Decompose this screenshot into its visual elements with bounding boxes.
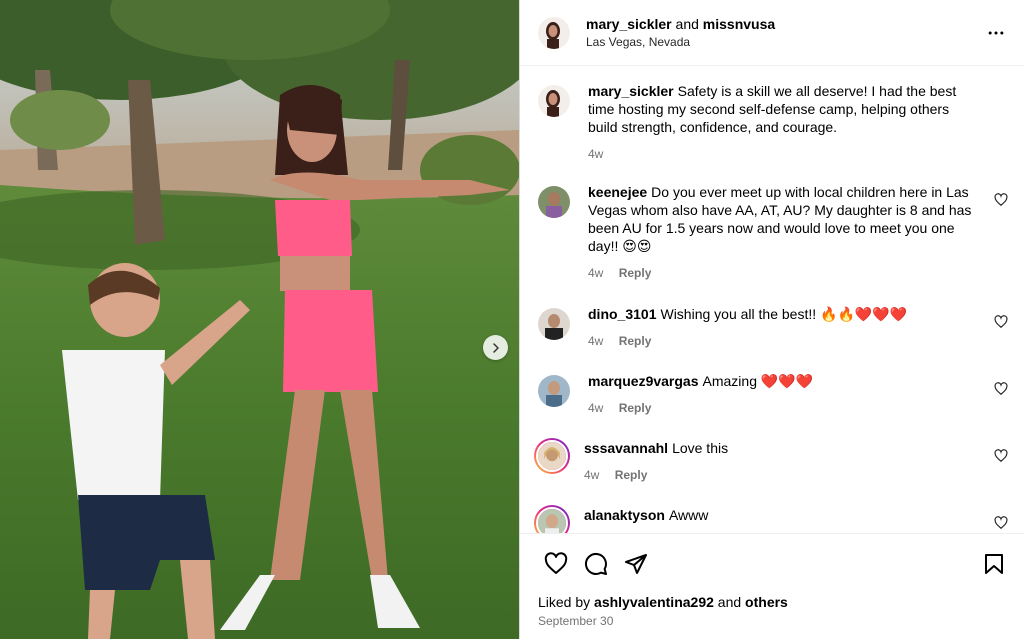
comment-meta: 4w Reply	[584, 468, 980, 482]
share-button[interactable]	[616, 544, 656, 584]
avatar[interactable]	[538, 85, 570, 117]
comment-body: keenejee Do you ever meet up with local c…	[588, 183, 1008, 280]
avatar[interactable]	[538, 375, 570, 407]
comment-text-line: sssavannahl Love this	[584, 439, 980, 457]
comment-meta: 4w Reply	[588, 266, 980, 280]
caption-time[interactable]: 4w	[588, 147, 603, 161]
liked-username[interactable]: ashlyvalentina292	[594, 594, 714, 610]
like-comment-heart-icon[interactable]	[994, 382, 1008, 396]
author-avatar[interactable]	[538, 16, 570, 49]
comment-text: Awww	[668, 507, 709, 523]
reply-button[interactable]: Reply	[619, 266, 652, 280]
post-panel: mary_sickler and missnvusa Las Vegas, Ne…	[519, 0, 1024, 639]
avatar[interactable]	[538, 186, 570, 218]
comment-button[interactable]	[576, 544, 616, 584]
liked-and: and	[717, 594, 742, 610]
caption-meta: 4w	[588, 147, 980, 161]
liked-prefix: Liked by	[538, 594, 591, 610]
like-button[interactable]	[536, 544, 576, 584]
more-options-button[interactable]	[984, 21, 1008, 45]
comment-text: Love this	[672, 440, 729, 456]
post-modal: mary_sickler and missnvusa Las Vegas, Ne…	[0, 0, 1024, 639]
heart-icon	[544, 551, 568, 574]
comment-item: keenejee Do you ever meet up with local c…	[538, 183, 1008, 305]
chevron-right-icon	[492, 342, 499, 353]
comment-username[interactable]: alanaktyson	[584, 507, 665, 523]
caption: mary_sickler Safety is a skill we all des…	[538, 82, 1008, 183]
comment-time[interactable]: 4w	[584, 468, 599, 482]
liked-others-link[interactable]: others	[745, 594, 788, 610]
comment-body: dino_3101 Wishing you all the best!! 🔥🔥❤️…	[588, 305, 1008, 348]
send-icon	[625, 553, 647, 574]
caption-body: mary_sickler Safety is a skill we all des…	[588, 82, 1008, 161]
like-comment-heart-icon[interactable]	[994, 449, 1008, 463]
avatar[interactable]	[538, 308, 570, 340]
post-location[interactable]: Las Vegas, Nevada	[586, 34, 984, 51]
comment-username[interactable]: marquez9vargas	[588, 373, 699, 389]
comment-body: sssavannahl Love this 4w Reply	[584, 439, 1008, 482]
comment-time[interactable]: 4w	[588, 266, 603, 280]
more-horizontal-icon	[988, 31, 1004, 34]
comment-item: alanaktyson Awww	[534, 505, 1008, 533]
comment-username[interactable]: keenejee	[588, 184, 647, 200]
reply-button[interactable]: Reply	[615, 468, 648, 482]
likes-summary: Liked by ashlyvalentina292 and others	[520, 593, 1024, 611]
comment-text-line: keenejee Do you ever meet up with local c…	[588, 183, 980, 255]
avatar-story-ring[interactable]	[534, 438, 570, 474]
comment-icon	[584, 552, 607, 575]
like-comment-heart-icon[interactable]	[994, 315, 1008, 329]
like-comment-heart-icon[interactable]	[994, 193, 1008, 207]
comment-text: Amazing ❤️❤️❤️	[702, 373, 814, 389]
comment-body: alanaktyson Awww	[584, 506, 1008, 524]
comment-item: marquez9vargas Amazing ❤️❤️❤️ 4w Reply	[538, 372, 1008, 439]
reply-button[interactable]: Reply	[619, 334, 652, 348]
post-authors: mary_sickler and missnvusa	[586, 15, 984, 33]
comment-text-line: dino_3101 Wishing you all the best!! 🔥🔥❤️…	[588, 305, 980, 323]
next-photo-button[interactable]	[483, 335, 508, 360]
post-header: mary_sickler and missnvusa Las Vegas, Ne…	[520, 0, 1024, 66]
comments-list[interactable]: mary_sickler Safety is a skill we all des…	[520, 66, 1024, 533]
caption-text-line: mary_sickler Safety is a skill we all des…	[588, 82, 980, 136]
comment-time[interactable]: 4w	[588, 401, 603, 415]
bookmark-icon	[985, 553, 1003, 574]
comment-meta: 4w Reply	[588, 401, 980, 415]
post-date[interactable]: September 30	[520, 611, 1024, 639]
comment-text: Wishing you all the best!! 🔥🔥❤️❤️❤️	[660, 306, 908, 322]
avatar-story-ring[interactable]	[534, 505, 570, 533]
collaborator-username[interactable]: missnvusa	[703, 16, 775, 32]
post-actions	[520, 533, 1024, 593]
comment-text-line: alanaktyson Awww	[584, 506, 980, 524]
reply-button[interactable]: Reply	[619, 401, 652, 415]
caption-username[interactable]: mary_sickler	[588, 83, 674, 99]
save-button[interactable]	[974, 544, 1014, 584]
post-photo	[0, 0, 519, 639]
post-media[interactable]	[0, 0, 519, 639]
comment-meta: 4w Reply	[588, 334, 980, 348]
comment-body: marquez9vargas Amazing ❤️❤️❤️ 4w Reply	[588, 372, 1008, 415]
author-username[interactable]: mary_sickler	[586, 16, 672, 32]
comment-text-line: marquez9vargas Amazing ❤️❤️❤️	[588, 372, 980, 390]
comment-username[interactable]: dino_3101	[588, 306, 656, 322]
comment-time[interactable]: 4w	[588, 334, 603, 348]
post-header-text: mary_sickler and missnvusa Las Vegas, Ne…	[586, 15, 984, 51]
comment-item: dino_3101 Wishing you all the best!! 🔥🔥❤️…	[538, 305, 1008, 372]
comment-item: sssavannahl Love this 4w Reply	[534, 438, 1008, 506]
authors-joiner: and	[675, 15, 699, 32]
like-comment-heart-icon[interactable]	[994, 516, 1008, 530]
comment-username[interactable]: sssavannahl	[584, 440, 668, 456]
